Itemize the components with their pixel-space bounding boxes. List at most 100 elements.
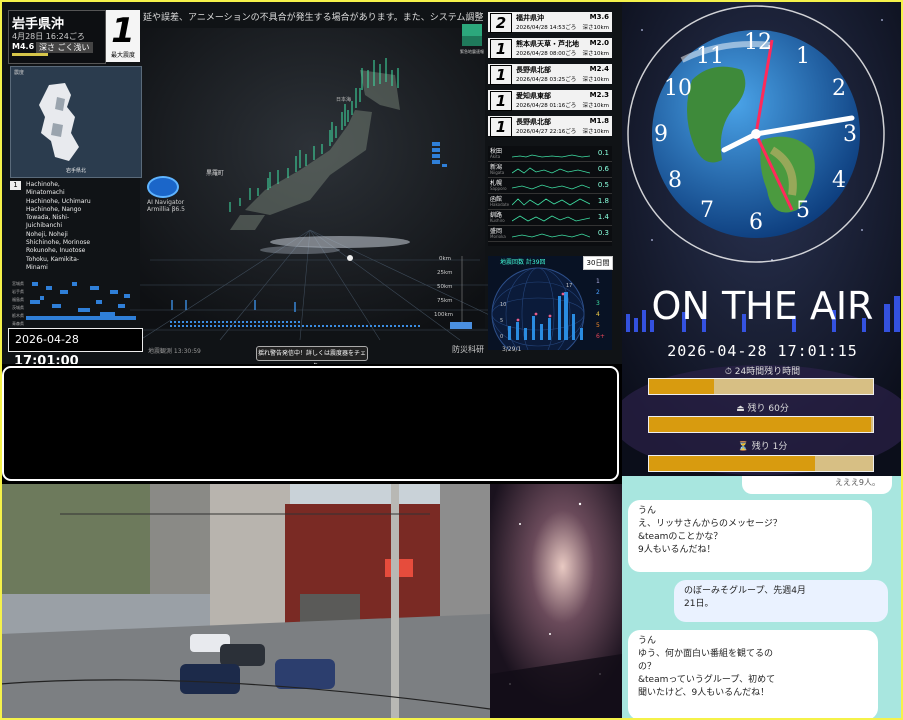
chat-message-mine: のぼーみそグループ、先週4月 21日。 [674, 580, 888, 622]
recent-quake-time: 2026/04/28 14:53ごろ [516, 25, 577, 31]
recent-quake-magnitude: M2.4 [589, 65, 609, 73]
station-sub: Akita [490, 154, 501, 159]
map-place-label: 黒羅町 [206, 170, 225, 177]
recent-quake-region: 長野県北部 [516, 118, 551, 126]
recent-quake-time: 2026/04/28 03:25ごろ [516, 77, 577, 83]
progress-label-text: 残り 60分 [747, 404, 789, 414]
clock-numeral: 3 [843, 122, 857, 147]
station-wave [512, 198, 590, 206]
minimap-shape [39, 83, 79, 161]
quake-count-date: 3/29/1 [502, 346, 522, 353]
quake-depth: 深さ ごく浅い [36, 42, 93, 53]
intensity-minimap: 震度 岩手県北 [10, 66, 142, 178]
station-sub: Kushiro [490, 218, 505, 223]
clock-numeral: 5 [796, 198, 810, 223]
station-wave [512, 167, 590, 174]
clock-numeral: 8 [668, 168, 682, 193]
progress-fill [649, 417, 871, 432]
recent-quake-time: 2026/04/28 08:00ごろ [516, 51, 577, 57]
recent-quake-intensity: 1 [490, 117, 512, 137]
ai-label-line2: Armillia β6.5 [147, 206, 185, 213]
svg-text:青森県: 青森県 [12, 320, 24, 326]
chat-message-fragment: えええ9人。 [742, 476, 892, 494]
distance-label: 50km [437, 284, 453, 290]
max-intensity-box: 1 最大震度 [106, 10, 140, 62]
street-scene [0, 484, 490, 720]
quake-count-globe [488, 256, 612, 350]
recent-quake-depth: 深さ10km [582, 103, 609, 109]
station-wave [512, 233, 590, 238]
eew-label: 緊急地震速報 [460, 49, 484, 54]
starfield-panel [490, 484, 622, 720]
max-intensity-value: 1 [111, 11, 135, 51]
station-value: 1.8 [597, 197, 609, 205]
recent-quake-time: 2026/04/28 01:16ごろ [516, 103, 577, 109]
recent-quake-item[interactable]: 1 愛知県東部 M2.3 2026/04/28 01:16ごろ 深さ10km [488, 90, 612, 111]
quake-magnitude: M4.6 [12, 42, 35, 51]
recent-quake-region: 熊本県天草・芦北地 [516, 40, 579, 48]
station-wave [512, 184, 590, 190]
scale-item: 1 [596, 278, 600, 285]
period-30days-button[interactable]: 30日間 [583, 256, 613, 270]
city-item: Noheji, Noheji [26, 230, 68, 238]
progress-label: ⏏ 残り 60分 [736, 404, 789, 414]
distance-label: 75km [437, 298, 453, 304]
recent-quake-time: 2026/04/27 22:16ごろ [516, 129, 577, 135]
globe-graphic [491, 267, 585, 350]
progress-label: ⏳ 残り 1分 [737, 442, 788, 452]
quake-datetime: 4月28日 16:24ごろ [12, 32, 85, 41]
nied-credit: 防災科研 [452, 345, 484, 354]
monitor-date: 2026-04-28 [15, 333, 79, 346]
city-item: Hachinohe, Nango [26, 205, 82, 213]
hour-remaining-progress [648, 416, 874, 433]
recent-quake-item[interactable]: 1 長野県北部 M2.4 2026/04/28 03:25ごろ 深さ10km [488, 64, 612, 85]
recent-quake-depth: 深さ10km [582, 25, 609, 31]
shake-alert-button[interactable]: 揺れ警告発信中！詳しくは震度器をチェック [256, 346, 368, 364]
recent-quake-item[interactable]: 1 熊本県天草・芦北地 M2.0 2026/04/28 08:00ごろ 深さ10… [488, 38, 612, 59]
station-value: 0.5 [597, 181, 609, 189]
station-wave [512, 154, 590, 158]
city-item: Juichibanchi [26, 222, 63, 230]
recent-quake-magnitude: M2.3 [589, 91, 609, 99]
distance-label: 25km [437, 270, 453, 276]
street-camera-feed [0, 484, 490, 720]
ai-navigator-icon[interactable] [147, 176, 179, 198]
svg-text:岩手県: 岩手県 [12, 288, 24, 294]
clock-numeral: 6 [749, 210, 763, 235]
ytick: 10 [500, 302, 507, 308]
ytick: 5 [500, 318, 504, 324]
minimap-label: 震度 [14, 70, 25, 76]
city-item: Minami [26, 263, 48, 271]
recent-quake-magnitude: M3.6 [589, 13, 609, 21]
recent-quake-item[interactable]: 2 福井県沖 M3.6 2026/04/28 14:53ごろ 深さ10km [488, 12, 612, 33]
minute-remaining-progress [648, 455, 874, 472]
recent-quake-intensity: 2 [490, 13, 512, 33]
city-item: Hachinohe, [26, 181, 60, 188]
station-sub: Sapporo [490, 186, 507, 191]
eew-indicator: 緊急地震速報 [460, 24, 484, 54]
scale-item: 4 [596, 311, 600, 318]
svg-text:宮城県: 宮城県 [12, 280, 24, 286]
activity-heatmap [26, 282, 136, 320]
recent-quake-item[interactable]: 1 長野県北部 M1.8 2026/04/27 22:16ごろ 深さ10km [488, 116, 612, 137]
station-sub: Niigata [490, 170, 505, 175]
station-wave [512, 215, 590, 222]
day-remaining-progress [648, 378, 874, 395]
earthquake-monitor-panel: 宮城県 岩手県 福島県 茨城県 栃木県 青森県 延や誤差、アニメーションの不具合が発生す… [0, 0, 622, 364]
station-sub: Morioka [490, 234, 506, 239]
chat-message: うん ゆう、何か面白い番組を観てるの の？ &teamっていうグループ、初めて … [628, 630, 878, 720]
svg-text:福島県: 福島県 [12, 296, 24, 302]
clock-numeral: 11 [696, 44, 724, 69]
city-item: Rokunohe, Inuotose [26, 247, 86, 255]
recent-quake-depth: 深さ10km [582, 129, 609, 135]
svg-text:栃木県: 栃木県 [12, 312, 24, 318]
city-item: Hachinohe, Uchimaru [26, 197, 91, 205]
ytick: 17 [566, 283, 573, 289]
city-item: Towada, Nishi- [26, 214, 70, 222]
scale-item: 6+ [596, 333, 605, 340]
ai-label-line1: AI Navigator [147, 199, 185, 206]
station-sub: Hakodate [490, 202, 510, 207]
recent-quake-intensity: 1 [490, 91, 512, 111]
recent-quake-region: 長野県北部 [516, 66, 551, 74]
scale-item: 2 [596, 289, 600, 296]
